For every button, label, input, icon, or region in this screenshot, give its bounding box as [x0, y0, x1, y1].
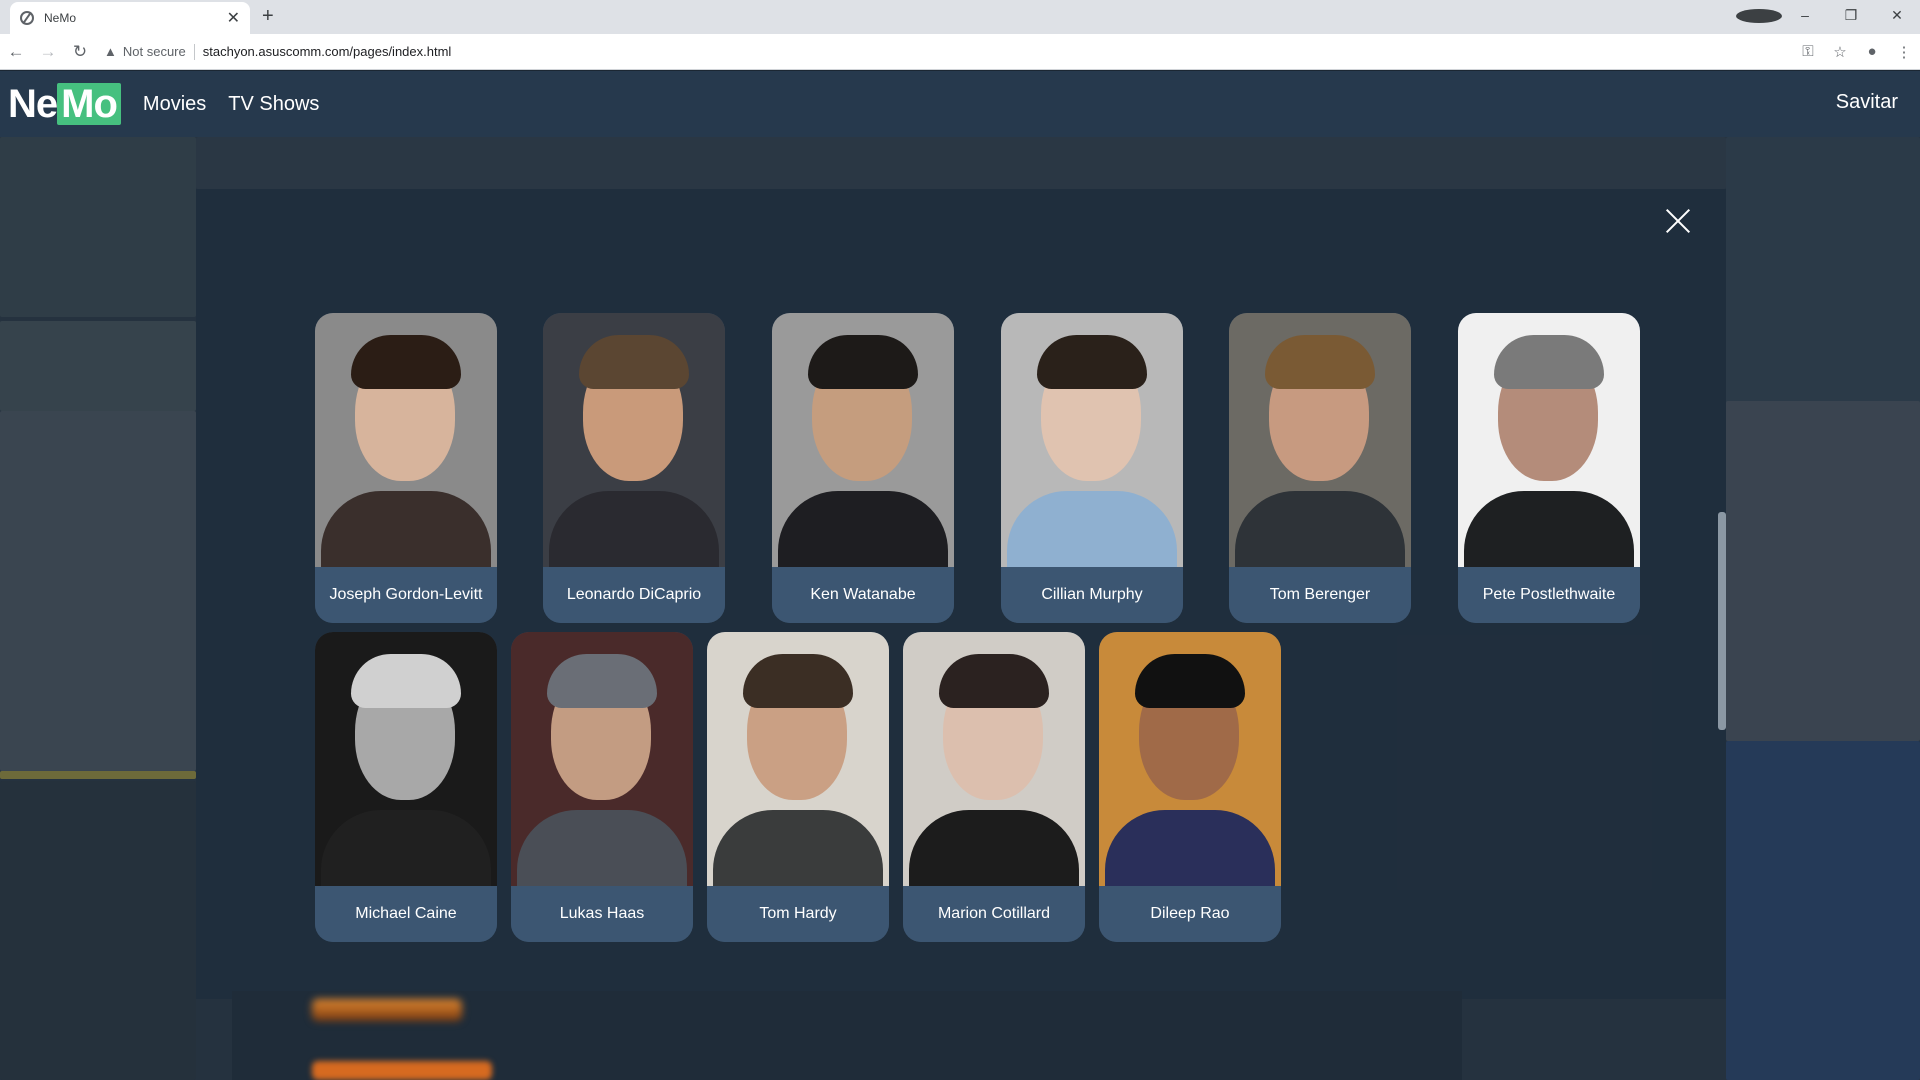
- user-menu[interactable]: Savitar: [1836, 91, 1898, 114]
- cast-card[interactable]: Marion Cotillard: [903, 632, 1085, 942]
- cast-name: Dileep Rao: [1099, 886, 1281, 942]
- background-poster: [0, 137, 196, 317]
- cast-card[interactable]: Ken Watanabe: [772, 313, 954, 623]
- nav-tv-shows-link[interactable]: TV Shows: [228, 93, 319, 116]
- background-poster: [1726, 401, 1920, 741]
- cast-name: Ken Watanabe: [772, 567, 954, 623]
- page: Ne Mo Movies TV Shows Savitar Joseph Gor…: [0, 71, 1920, 1080]
- cast-photo: [903, 632, 1085, 900]
- address-bar: ← → ↻ ▲ Not secure stachyon.asuscomm.com…: [0, 34, 1920, 70]
- background-poster: [0, 771, 196, 779]
- cast-photo: [543, 313, 725, 581]
- background-poster: [312, 1061, 492, 1080]
- cast-photo: [1458, 313, 1640, 581]
- reload-icon[interactable]: ↻: [64, 42, 96, 62]
- minimize-icon[interactable]: –: [1782, 7, 1828, 23]
- cast-photo: [1099, 632, 1281, 900]
- cast-photo: [315, 313, 497, 581]
- background-poster: [0, 411, 196, 771]
- background-poster: [1726, 741, 1920, 1080]
- url-text[interactable]: stachyon.asuscomm.com/pages/index.html: [203, 44, 452, 59]
- cast-photo: [315, 632, 497, 900]
- not-secure-label[interactable]: Not secure: [123, 44, 186, 59]
- modal-scrollbar[interactable]: [1718, 512, 1726, 730]
- browser-tab[interactable]: NeMo ✕: [10, 2, 250, 34]
- cast-card[interactable]: Tom Berenger: [1229, 313, 1411, 623]
- close-icon[interactable]: [1660, 203, 1696, 239]
- url-field[interactable]: ▲ Not secure stachyon.asuscomm.com/pages…: [104, 38, 1784, 66]
- cast-name: Cillian Murphy: [1001, 567, 1183, 623]
- window-controls: – ❐ ✕: [1736, 0, 1920, 30]
- tab-close-icon[interactable]: ✕: [227, 8, 240, 28]
- cast-photo: [1229, 313, 1411, 581]
- key-icon[interactable]: ⚿: [1792, 43, 1824, 60]
- globe-icon: [20, 11, 34, 25]
- cast-name: Tom Hardy: [707, 886, 889, 942]
- cast-name: Leonardo DiCaprio: [543, 567, 725, 623]
- logo-ne-text: Ne: [8, 81, 58, 126]
- cast-name: Tom Berenger: [1229, 567, 1411, 623]
- tab-title: NeMo: [44, 11, 77, 25]
- warning-icon[interactable]: ▲: [104, 44, 117, 59]
- nav-movies-link[interactable]: Movies: [143, 93, 206, 116]
- divider: [193, 43, 195, 60]
- cast-card[interactable]: Tom Hardy: [707, 632, 889, 942]
- cast-name: Joseph Gordon-Levitt: [315, 567, 497, 623]
- logo-mo-text: Mo: [57, 83, 121, 125]
- cast-photo: [707, 632, 889, 900]
- omnibox-actions: ⚿ ☆ ● ⋮: [1792, 43, 1920, 61]
- cast-card[interactable]: Pete Postlethwaite: [1458, 313, 1640, 623]
- account-icon[interactable]: ●: [1856, 43, 1888, 60]
- cast-photo: [772, 313, 954, 581]
- cast-card[interactable]: Leonardo DiCaprio: [543, 313, 725, 623]
- background-poster: [0, 781, 196, 1080]
- window-close-icon[interactable]: ✕: [1874, 7, 1920, 24]
- cast-card[interactable]: Cillian Murphy: [1001, 313, 1183, 623]
- cast-name: Pete Postlethwaite: [1458, 567, 1640, 623]
- cast-photo: [511, 632, 693, 900]
- background-poster: [196, 137, 1726, 189]
- new-tab-icon[interactable]: +: [262, 5, 274, 28]
- nemo-logo[interactable]: Ne Mo: [8, 81, 121, 126]
- forward-arrow-icon[interactable]: →: [32, 42, 64, 62]
- cast-name: Marion Cotillard: [903, 886, 1085, 942]
- restore-icon[interactable]: ❐: [1828, 7, 1874, 24]
- background-poster: [312, 999, 462, 1021]
- background-poster: [0, 321, 196, 411]
- cast-card[interactable]: Michael Caine: [315, 632, 497, 942]
- background-poster-row: [232, 991, 1462, 1080]
- back-arrow-icon[interactable]: ←: [0, 42, 32, 62]
- cast-card[interactable]: Dileep Rao: [1099, 632, 1281, 942]
- bookmark-star-icon[interactable]: ☆: [1824, 43, 1856, 61]
- browser-tab-strip: NeMo ✕ + – ❐ ✕: [0, 0, 1920, 34]
- cast-name: Lukas Haas: [511, 886, 693, 942]
- cast-name: Michael Caine: [315, 886, 497, 942]
- profile-menu-icon[interactable]: [1736, 7, 1782, 24]
- cast-card[interactable]: Lukas Haas: [511, 632, 693, 942]
- cast-photo: [1001, 313, 1183, 581]
- cast-card[interactable]: Joseph Gordon-Levitt: [315, 313, 497, 623]
- menu-kebab-icon[interactable]: ⋮: [1888, 43, 1920, 61]
- top-navbar: Ne Mo Movies TV Shows Savitar: [0, 71, 1920, 137]
